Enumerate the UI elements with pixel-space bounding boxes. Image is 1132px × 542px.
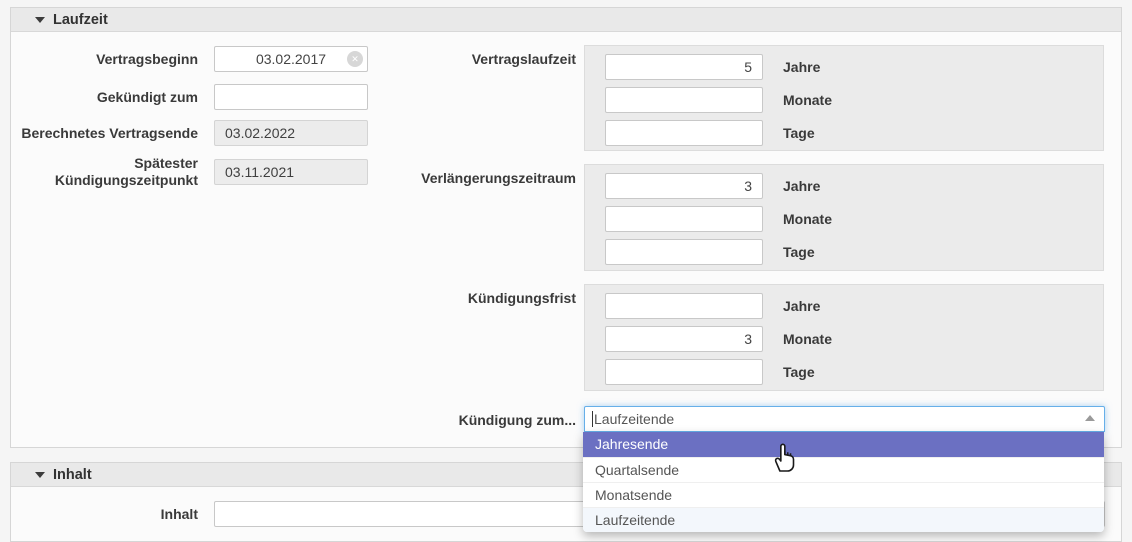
berechnetes-vertragsende-label: Berechnetes Vertragsende (11, 125, 198, 142)
verlaengerungszeitraum-group: Jahre Monate Tage (584, 164, 1104, 271)
jahre-unit-label: Jahre (783, 178, 820, 194)
vertragslaufzeit-jahre-input[interactable] (605, 54, 763, 80)
kuendigungsfrist-label: Kündigungsfrist (341, 290, 576, 306)
verlaengerungszeitraum-jahre-input[interactable] (605, 173, 763, 199)
kuendigung-zum-combobox[interactable]: Laufzeitende (584, 406, 1105, 432)
vertragslaufzeit-label: Vertragslaufzeit (341, 51, 576, 67)
kuendigungsfrist-tage-input[interactable] (605, 359, 763, 385)
kuendigungsfrist-jahre-input[interactable] (605, 293, 763, 319)
vertragslaufzeit-group: Jahre Monate Tage (584, 45, 1104, 151)
gekuendigt-zum-label: Gekündigt zum (11, 89, 198, 106)
laufzeit-section-title: Laufzeit (53, 12, 108, 28)
dropdown-option-monatsende[interactable]: Monatsende (583, 482, 1104, 507)
jahre-unit-label: Jahre (783, 59, 820, 75)
gekuendigt-zum-input[interactable] (214, 84, 368, 110)
verlaengerungszeitraum-tage-input[interactable] (605, 239, 763, 265)
vertragsbeginn-row: Vertragsbeginn ✕ (11, 46, 368, 72)
kuendigung-zum-label: Kündigung zum... (341, 412, 576, 428)
spaetester-kuendigungszeitpunkt-label: Spätester Kündigungszeitpunkt (11, 155, 198, 189)
verlaengerungszeitraum-label: Verlängerungszeitraum (341, 170, 576, 186)
tage-unit-label: Tage (783, 364, 815, 380)
kuendigung-zum-value: Laufzeitende (593, 411, 674, 427)
tage-unit-label: Tage (783, 244, 815, 260)
kuendigung-zum-dropdown-list: Jahresende Quartalsende Monatsende Laufz… (583, 432, 1104, 532)
dropdown-option-quartalsende[interactable]: Quartalsende (583, 457, 1104, 482)
laufzeit-section: Laufzeit Vertragsbeginn ✕ Gekündigt zum … (10, 7, 1122, 448)
dropdown-option-jahresende[interactable]: Jahresende (583, 432, 1104, 457)
monate-unit-label: Monate (783, 92, 832, 108)
monate-unit-label: Monate (783, 331, 832, 347)
chevron-up-icon[interactable] (1085, 415, 1095, 421)
berechnetes-vertragsende-row: Berechnetes Vertragsende (11, 120, 368, 146)
collapse-icon (35, 17, 45, 23)
berechnetes-vertragsende-input (214, 120, 368, 146)
kuendigungsfrist-group: Jahre Monate Tage (584, 284, 1104, 391)
inhalt-section-title: Inhalt (53, 467, 92, 483)
collapse-icon (35, 472, 45, 478)
gekuendigt-zum-row: Gekündigt zum (11, 84, 368, 110)
kuendigungsfrist-monate-input[interactable] (605, 326, 763, 352)
monate-unit-label: Monate (783, 211, 832, 227)
jahre-unit-label: Jahre (783, 298, 820, 314)
vertragslaufzeit-tage-input[interactable] (605, 120, 763, 146)
laufzeit-section-header[interactable]: Laufzeit (11, 8, 1121, 32)
vertragsbeginn-label: Vertragsbeginn (11, 51, 198, 68)
vertragslaufzeit-monate-input[interactable] (605, 87, 763, 113)
verlaengerungszeitraum-monate-input[interactable] (605, 206, 763, 232)
spaetester-kuendigungszeitpunkt-row: Spätester Kündigungszeitpunkt (11, 159, 368, 185)
tage-unit-label: Tage (783, 125, 815, 141)
inhalt-label: Inhalt (11, 506, 198, 523)
dropdown-option-laufzeitende[interactable]: Laufzeitende (583, 507, 1104, 532)
